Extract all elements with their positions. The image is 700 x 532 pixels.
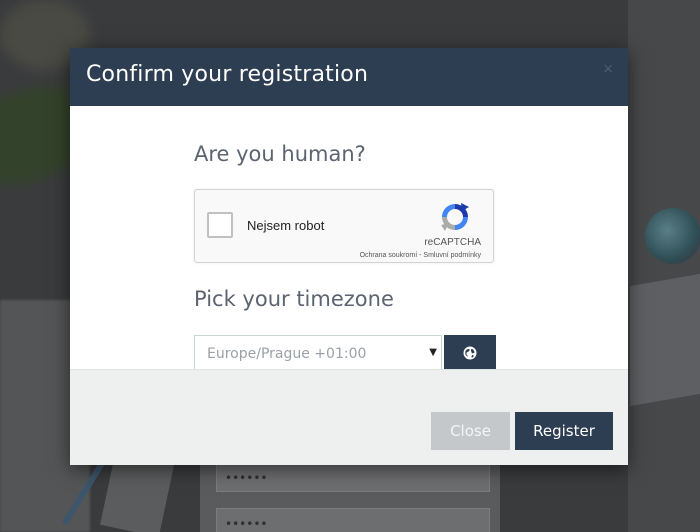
captcha-heading: Are you human? — [194, 142, 366, 166]
modal-body: Are you human? Nejsem robot reCAPTCHA Oc… — [70, 106, 628, 372]
register-button[interactable]: Register — [515, 412, 613, 450]
background-password-field: •••••• — [216, 462, 490, 492]
timezone-select[interactable]: Europe/Prague +01:00 ▼ — [194, 335, 442, 372]
recaptcha-terms-link[interactable]: Smluvní podmínky — [423, 252, 481, 259]
background-laptop — [630, 273, 700, 407]
globe-icon — [463, 346, 477, 360]
detect-timezone-button[interactable] — [444, 335, 496, 372]
recaptcha-checkbox-label[interactable]: Nejsem robot — [247, 218, 324, 233]
registration-modal: Confirm your registration × Are you huma… — [70, 48, 628, 465]
background-yarn-ball — [645, 208, 700, 264]
modal-footer: Close Register — [70, 369, 628, 465]
modal-title: Confirm your registration — [86, 62, 369, 87]
recaptcha-checkbox[interactable] — [207, 212, 233, 238]
recaptcha-logo-icon — [441, 203, 469, 231]
recaptcha-widget: Nejsem robot reCAPTCHA Ochrana soukromí … — [194, 189, 494, 263]
background-password-confirm-field: •••••• — [216, 508, 490, 532]
timezone-selected-value: Europe/Prague +01:00 — [207, 346, 367, 362]
recaptcha-brand: reCAPTCHA — [424, 237, 481, 248]
close-icon[interactable]: × — [602, 62, 614, 76]
background-right-panel — [628, 0, 700, 532]
chevron-down-icon: ▼ — [429, 347, 437, 358]
recaptcha-privacy-link[interactable]: Ochrana soukromí — [360, 252, 418, 259]
timezone-heading: Pick your timezone — [194, 287, 394, 311]
recaptcha-footer-links: Ochrana soukromí - Smluvní podmínky — [360, 252, 481, 259]
modal-header: Confirm your registration × — [70, 48, 628, 106]
close-button[interactable]: Close — [431, 412, 510, 450]
